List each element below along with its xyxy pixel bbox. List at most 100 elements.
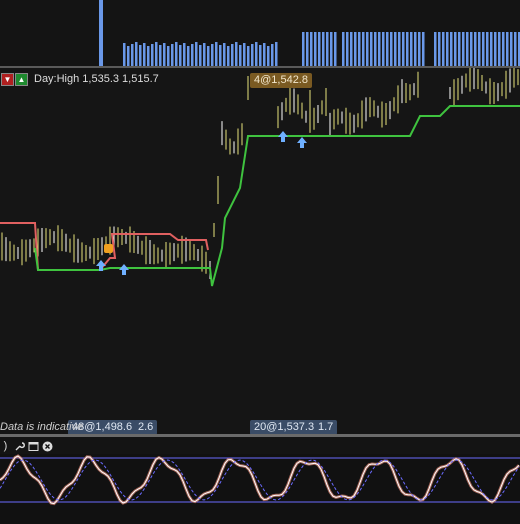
volume-bar [474, 32, 477, 66]
volume-bar [366, 32, 369, 66]
volume-bar [99, 0, 103, 66]
volume-bar [203, 43, 206, 66]
volume-bar [235, 42, 238, 66]
window-icon[interactable] [28, 441, 39, 452]
oscillator-toolbar: ) [0, 439, 53, 454]
volume-bar [314, 32, 317, 66]
volume-bar [243, 43, 246, 66]
volume-bar [207, 46, 210, 66]
volume-bar [398, 32, 401, 66]
volume-bar [322, 32, 325, 66]
volume-bar [302, 32, 305, 66]
volume-bar [151, 44, 154, 66]
chart-header: ▼ ▲ Day:High 1,535.3 1,515.7 [0, 72, 159, 86]
volume-bar [334, 32, 337, 66]
volume-bar [414, 32, 417, 66]
volume-bar [486, 32, 489, 66]
volume-bar [263, 43, 266, 66]
price-tag-bottom-right-tail: 1.7 [314, 420, 338, 435]
buy-arrow-button[interactable]: ▲ [15, 72, 28, 86]
volume-bar [131, 44, 134, 66]
volume-bar [326, 32, 329, 66]
volume-bar [223, 43, 226, 66]
volume-bar [187, 46, 190, 66]
volume-bar [215, 42, 218, 66]
volume-bar [139, 45, 142, 66]
volume-bar [506, 32, 509, 66]
volume-chart [99, 0, 520, 66]
volume-bar [434, 32, 437, 66]
price-tag-bottom-left-tail: 2.6 [134, 420, 158, 435]
volume-bar [386, 32, 389, 66]
price-tag-bottom-right[interactable]: 20@1,537.3 [250, 420, 319, 435]
volume-bar [199, 45, 202, 66]
volume-bar [239, 45, 242, 66]
volume-bar [255, 42, 258, 66]
volume-bar [147, 46, 150, 66]
volume-bar [135, 42, 138, 66]
volume-bar [354, 32, 357, 66]
volume-bar [171, 44, 174, 66]
volume-bar [514, 32, 517, 66]
volume-bar [310, 32, 313, 66]
volume-bar [306, 32, 309, 66]
indicative-data-notice: Data is indicative [0, 421, 84, 433]
volume-bar [159, 45, 162, 66]
volume-bar [490, 32, 493, 66]
sell-arrow-button[interactable]: ▼ [1, 72, 14, 86]
entry-arrow-icon [119, 264, 129, 275]
volume-bar [155, 42, 158, 66]
volume-bar [143, 43, 146, 66]
volume-bar [163, 43, 166, 66]
volume-bar [251, 44, 254, 66]
volume-bar [342, 32, 345, 66]
volume-bar [470, 32, 473, 66]
volume-bar [123, 43, 126, 66]
wrench-icon[interactable] [14, 441, 25, 452]
volume-bar [179, 45, 182, 66]
volume-bar [510, 32, 513, 66]
volume-bar [211, 44, 214, 66]
volume-bar [175, 42, 178, 66]
volume-bar [454, 32, 457, 66]
volume-bar [438, 32, 441, 66]
volume-bar [458, 32, 461, 66]
close-icon[interactable] [42, 441, 53, 452]
volume-bar [422, 32, 425, 66]
volume-bar [378, 32, 381, 66]
volume-bar [275, 42, 278, 66]
volume-bar [446, 32, 449, 66]
volume-bar [478, 32, 481, 66]
pane-separator-lower[interactable] [0, 434, 520, 437]
volume-bar [482, 32, 485, 66]
volume-bar [394, 32, 397, 66]
volume-bar [183, 43, 186, 66]
volume-bar [374, 32, 377, 66]
volume-bar [318, 32, 321, 66]
stop-line-green [34, 105, 520, 287]
price-chart[interactable] [0, 68, 520, 434]
price-pane[interactable] [0, 68, 520, 434]
volume-bar [346, 32, 349, 66]
day-high-label: Day:High 1,535.3 1,515.7 [34, 73, 159, 85]
volume-bar [502, 32, 505, 66]
oscillator-chart[interactable] [0, 454, 520, 524]
volume-bar [271, 44, 274, 66]
volume-bar [191, 44, 194, 66]
price-tag-top[interactable]: 4@1,542.8 [250, 73, 312, 88]
volume-bar [466, 32, 469, 66]
volume-bar [231, 44, 234, 66]
volume-bar [127, 46, 130, 66]
volume-bar [370, 32, 373, 66]
volume-bar [382, 32, 385, 66]
trade-marker-icon [104, 244, 113, 253]
volume-bar [442, 32, 445, 66]
volume-bar [227, 46, 230, 66]
volume-bar [267, 46, 270, 66]
volume-bar [350, 32, 353, 66]
volume-bar [259, 45, 262, 66]
oscillator-pane[interactable] [0, 454, 520, 524]
volume-bar [410, 32, 413, 66]
entry-arrow-icon [297, 137, 307, 148]
up-arrow-icon: ▲ [17, 74, 26, 84]
